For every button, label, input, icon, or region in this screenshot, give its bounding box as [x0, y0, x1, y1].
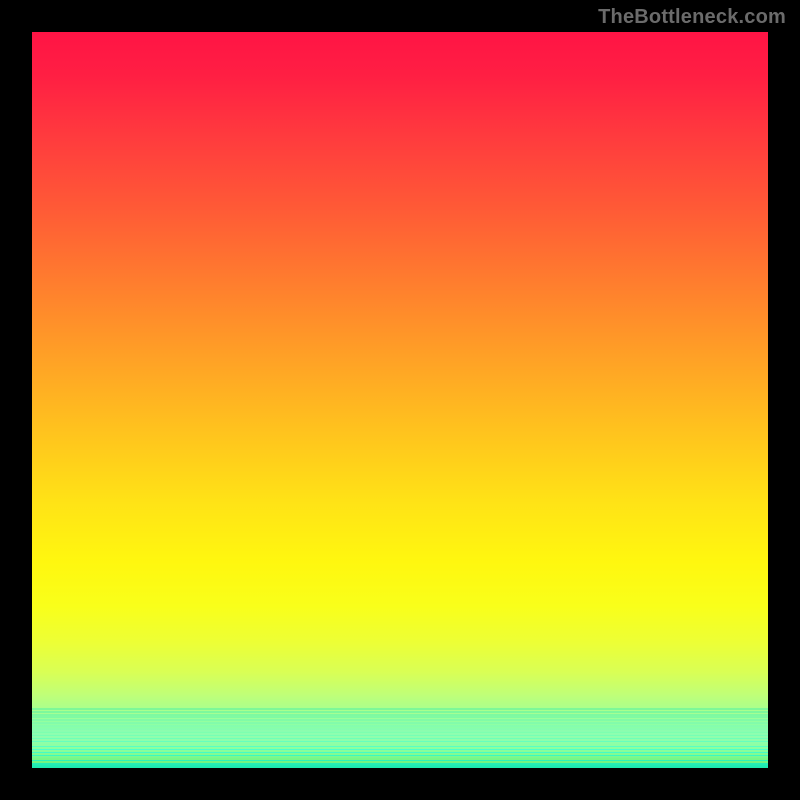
background-gradient: [32, 32, 768, 768]
chart-stage: TheBottleneck.com: [0, 0, 800, 800]
plot-area: [32, 32, 768, 768]
watermark-text: TheBottleneck.com: [598, 6, 786, 29]
